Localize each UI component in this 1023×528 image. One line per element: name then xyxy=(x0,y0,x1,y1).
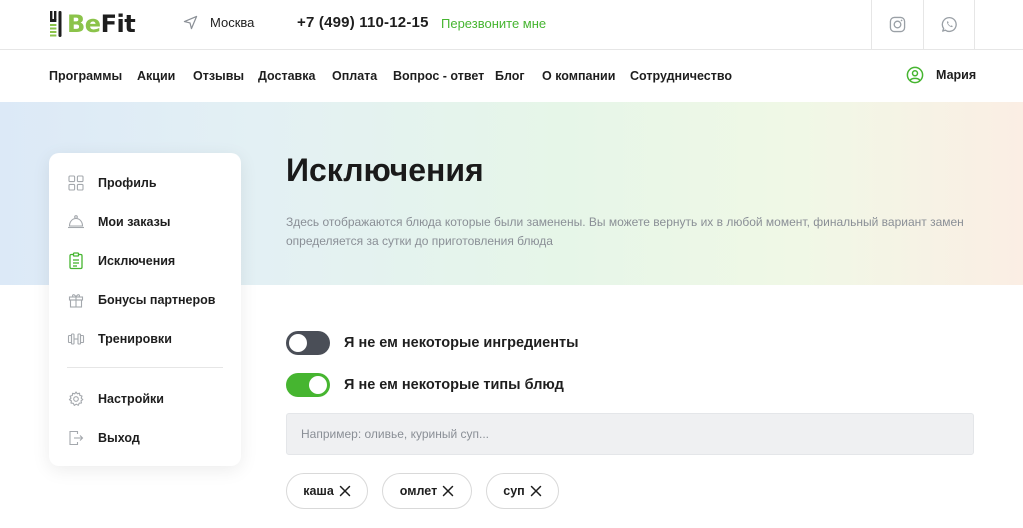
callback-link[interactable]: Перезвоните мне xyxy=(441,16,546,31)
whatsapp-icon xyxy=(941,16,957,33)
sidebar-item-label: Бонусы партнеров xyxy=(98,293,216,307)
gift-icon xyxy=(67,291,85,309)
grid-icon xyxy=(67,174,85,192)
location-arrow-icon xyxy=(183,15,198,30)
user-name: Мария xyxy=(936,68,977,82)
toggle-row-dish-types: Я не ем некоторые типы блюд xyxy=(286,373,564,397)
nav-item-faq[interactable]: Вопрос - ответ xyxy=(393,69,484,83)
chip-label: суп xyxy=(503,484,525,498)
logo-fit: Fit xyxy=(100,10,136,38)
toggle-ingredients[interactable] xyxy=(286,331,330,355)
logo-text: BeFit xyxy=(67,10,136,38)
chip-soup: суп xyxy=(486,473,559,509)
user-menu[interactable]: Мария xyxy=(906,66,976,84)
sidebar-item-partner-bonuses[interactable]: Бонусы партнеров xyxy=(67,291,215,309)
instagram-button[interactable] xyxy=(871,0,923,49)
sidebar-item-label: Профиль xyxy=(98,176,157,190)
sidebar-item-profile[interactable]: Профиль xyxy=(67,174,157,192)
sidebar-item-label: Настройки xyxy=(98,392,164,406)
chip-kasha: каша xyxy=(286,473,368,509)
page-description: Здесь отображаются блюда которые были за… xyxy=(286,215,964,248)
top-bar: BeFit Москва +7 (499) 110-12-15 Перезвон… xyxy=(0,0,1023,50)
account-sidebar: Профиль Мои заказы Исключения Бонусы пар… xyxy=(49,153,241,466)
dumbbell-icon xyxy=(67,330,85,348)
nav-item-delivery[interactable]: Доставка xyxy=(258,69,315,83)
sidebar-divider xyxy=(67,367,223,368)
sidebar-item-label: Тренировки xyxy=(98,332,172,346)
city-label: Москва xyxy=(210,15,255,30)
close-icon[interactable] xyxy=(530,485,542,497)
gear-icon xyxy=(67,390,85,408)
toggle-knob xyxy=(289,334,307,352)
nav-item-promotions[interactable]: Акции xyxy=(137,69,175,83)
close-icon[interactable] xyxy=(442,485,454,497)
whatsapp-button[interactable] xyxy=(923,0,975,49)
sidebar-item-label: Исключения xyxy=(98,254,176,268)
main-nav: Программы Акции Отзывы Доставка Оплата В… xyxy=(0,50,1023,102)
sidebar-item-exclusions[interactable]: Исключения xyxy=(67,252,175,270)
exit-icon xyxy=(67,429,85,447)
close-icon[interactable] xyxy=(339,485,351,497)
sidebar-item-logout[interactable]: Выход xyxy=(67,429,140,447)
nav-item-partnership[interactable]: Сотрудничество xyxy=(630,69,732,83)
user-icon xyxy=(906,66,924,84)
nav-item-payment[interactable]: Оплата xyxy=(332,69,377,83)
nav-item-blog[interactable]: Блог xyxy=(495,69,525,83)
toggle-row-ingredients: Я не ем некоторые ингредиенты xyxy=(286,331,578,355)
chip-label: каша xyxy=(303,484,334,498)
toggle-dish-types[interactable] xyxy=(286,373,330,397)
nav-item-about[interactable]: О компании xyxy=(542,69,615,83)
cloche-icon xyxy=(67,213,85,231)
phone-number[interactable]: +7 (499) 110-12-15 xyxy=(297,14,429,31)
sidebar-item-label: Мои заказы xyxy=(98,215,171,229)
sidebar-item-settings[interactable]: Настройки xyxy=(67,390,164,408)
sidebar-item-orders[interactable]: Мои заказы xyxy=(67,213,170,231)
logo-fork-icon xyxy=(49,9,63,39)
dish-search-input[interactable] xyxy=(286,413,974,455)
sidebar-item-trainings[interactable]: Тренировки xyxy=(67,330,172,348)
nav-item-programs[interactable]: Программы xyxy=(49,69,122,83)
chip-label: омлет xyxy=(399,484,438,498)
toggle-knob xyxy=(309,376,327,394)
toggle-label: Я не ем некоторые типы блюд xyxy=(344,377,564,393)
logo[interactable]: BeFit xyxy=(49,9,136,39)
page-title: Исключения xyxy=(286,152,484,188)
sidebar-item-label: Выход xyxy=(98,431,140,445)
clipboard-icon xyxy=(67,252,85,270)
instagram-icon xyxy=(889,16,906,33)
city-selector[interactable]: Москва xyxy=(183,15,254,30)
chip-omlet: омлет xyxy=(382,473,472,509)
logo-be: Be xyxy=(67,10,101,38)
toggle-label: Я не ем некоторые ингредиенты xyxy=(344,335,579,351)
nav-item-reviews[interactable]: Отзывы xyxy=(193,69,244,83)
